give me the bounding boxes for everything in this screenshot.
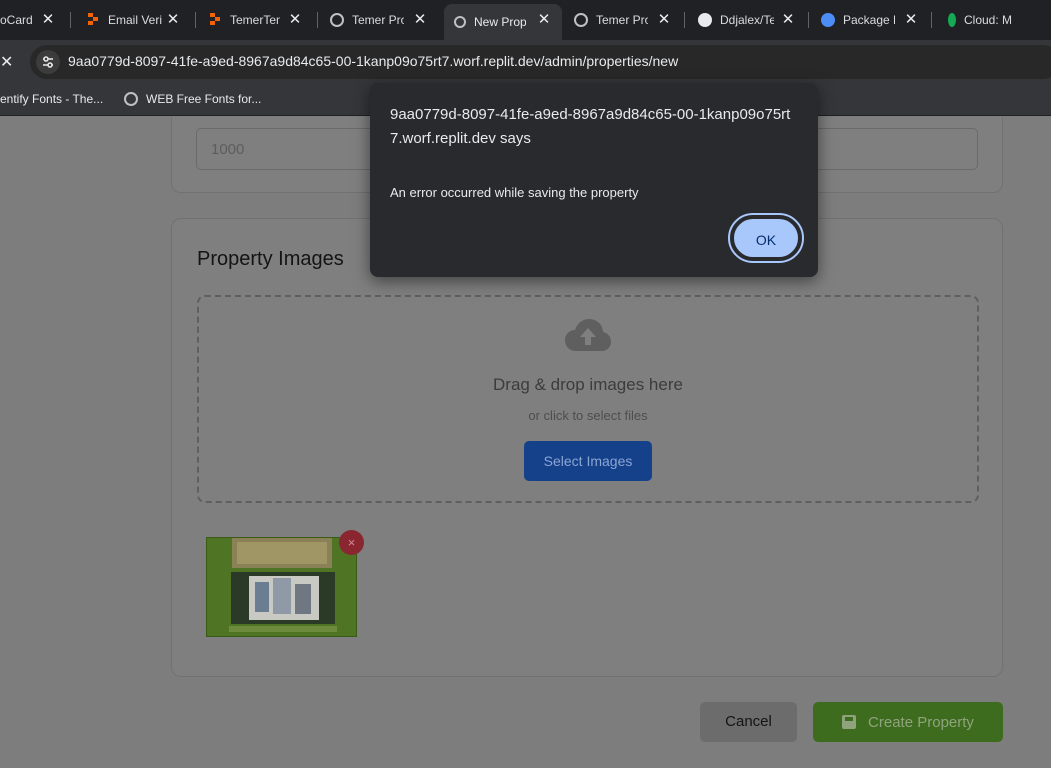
tab-title: Temer Pro — [352, 13, 404, 27]
section-title: Property Images — [197, 248, 344, 270]
tab-title: Ddjalex/Te — [720, 13, 774, 27]
property-images-card: Property Images Drag & drop images here … — [171, 218, 1003, 677]
price-value: 1000 — [211, 141, 245, 158]
replit-icon — [86, 13, 100, 27]
create-property-label: Create Property — [868, 713, 974, 731]
tab[interactable]: TemerTem ✕ — [200, 0, 318, 40]
dropzone-title: Drag & drop images here — [493, 375, 683, 394]
tab-close-icon[interactable]: ✕ — [165, 12, 181, 28]
image-thumbnail — [206, 537, 357, 637]
tab-strip: oCard ✕ Email Veri ✕ TemerTem ✕ Temer Pr… — [0, 0, 1051, 40]
tab-separator — [70, 12, 71, 28]
tab-close-icon[interactable]: ✕ — [780, 12, 796, 28]
tab[interactable]: Temer Pro ✕ — [322, 0, 440, 40]
image-dropzone[interactable]: Drag & drop images here or click to sele… — [197, 295, 979, 503]
url-text[interactable]: 9aa0779d-8097-41fe-a9ed-8967a9d84c65-00-… — [68, 53, 678, 69]
tab-title: Email Veri — [108, 13, 163, 27]
tab-close-icon[interactable]: ✕ — [412, 12, 428, 28]
mongodb-leaf-icon — [948, 13, 956, 27]
tab-title: oCard — [0, 13, 32, 27]
alert-dialog: 9aa0779d-8097-41fe-a9ed-8967a9d84c65-00-… — [370, 83, 818, 277]
tab-close-icon[interactable]: ✕ — [903, 12, 919, 28]
package-globe-icon — [821, 13, 835, 27]
tab-close-icon[interactable]: ✕ — [536, 12, 552, 28]
bookmark-label: WEB Free Fonts for... — [146, 92, 262, 106]
tab[interactable]: Temer Pro ✕ — [566, 0, 685, 40]
tab-title: New Prop — [474, 15, 526, 29]
cancel-button[interactable]: Cancel — [700, 702, 797, 742]
tab-separator — [808, 12, 809, 28]
tab-active[interactable]: New Prop ✕ — [444, 4, 562, 40]
bookmark-item[interactable]: WEB Free Fonts for... — [124, 92, 261, 106]
dropzone-subtitle: or click to select files — [528, 408, 648, 423]
alert-origin: 9aa0779d-8097-41fe-a9ed-8967a9d84c65-00-… — [390, 106, 791, 147]
alert-message: An error occurred while saving the prope… — [390, 185, 639, 200]
tab-close-icon[interactable]: ✕ — [40, 12, 56, 28]
tab-title: Package D — [843, 13, 895, 27]
address-bar[interactable]: 9aa0779d-8097-41fe-a9ed-8967a9d84c65-00-… — [30, 45, 1051, 79]
tab[interactable]: Email Veri ✕ — [78, 0, 196, 40]
create-property-button[interactable]: Create Property — [813, 702, 1003, 742]
tab-separator — [317, 12, 318, 28]
tab-title: Temer Pro — [596, 13, 648, 27]
globe-icon — [124, 92, 138, 106]
replit-icon — [208, 13, 222, 27]
globe-icon — [454, 16, 466, 28]
globe-icon — [574, 13, 588, 27]
bookmark-item[interactable]: entify Fonts - The... — [0, 92, 103, 106]
tab-close-icon[interactable]: ✕ — [656, 12, 672, 28]
github-icon — [698, 13, 712, 27]
remove-image-button[interactable]: × — [339, 530, 364, 555]
site-settings-icon[interactable] — [36, 50, 60, 74]
close-icon[interactable]: ✕ — [0, 52, 13, 72]
browser-toolbar: 9aa0779d-8097-41fe-a9ed-8967a9d84c65-00-… — [0, 40, 1051, 84]
tab-title: TemerTem — [230, 13, 280, 27]
select-images-button[interactable]: Select Images — [524, 441, 652, 481]
tab-separator — [931, 12, 932, 28]
tab[interactable]: Package D ✕ — [813, 0, 932, 40]
tab[interactable]: Ddjalex/Te ✕ — [690, 0, 809, 40]
bookmark-label: entify Fonts - The... — [0, 92, 104, 106]
ok-button[interactable]: OK — [728, 213, 804, 263]
tab-separator — [195, 12, 196, 28]
tab-separator — [684, 12, 685, 28]
tab-title: Cloud: M — [964, 13, 1013, 27]
tab-close-icon[interactable]: ✕ — [287, 12, 303, 28]
tab[interactable]: Cloud: M — [936, 0, 1051, 40]
save-icon — [842, 715, 857, 729]
globe-icon — [330, 13, 344, 27]
cloud-upload-icon — [565, 319, 611, 351]
uploaded-image-preview — [207, 538, 356, 636]
tab[interactable]: oCard ✕ — [0, 0, 71, 40]
